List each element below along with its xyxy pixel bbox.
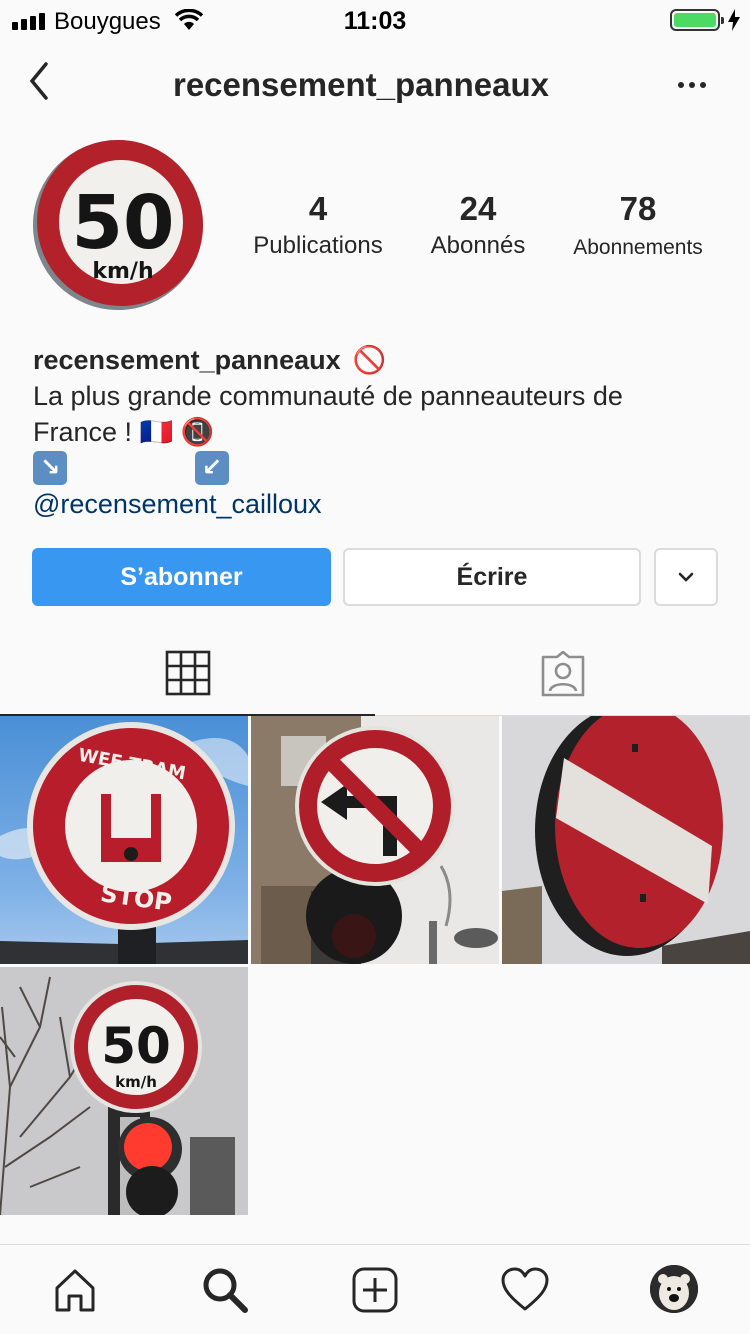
profile-bio: recensement_panneaux 🚫 La plus grande co… (33, 342, 723, 522)
tagged-icon (541, 651, 584, 697)
display-name-row: recensement_panneaux 🚫 (33, 342, 723, 378)
no-phone-emoji: 📵 (180, 417, 215, 447)
profile-tabs (0, 632, 750, 716)
bio-line-1: La plus grande communauté de panneauteur… (33, 381, 623, 411)
tab-tagged[interactable] (375, 632, 750, 716)
bio-text: France ! (33, 417, 133, 447)
nav-bar: recensement_panneaux (0, 40, 750, 128)
speed-unit: km/h (115, 1073, 157, 1091)
message-button[interactable]: Écrire (343, 548, 641, 606)
avatar-speed: 50 (72, 180, 175, 266)
profile-avatar (650, 1265, 698, 1313)
arrow-down-right-icon: ↘ (33, 451, 67, 485)
bio-line-2: France ! 🇫🇷 📵 (33, 414, 723, 450)
speed-limit-traffic-light-image: 50 km/h (0, 976, 235, 1215)
tram-stop-sign-image: WEE TRAM STOP (0, 722, 248, 964)
home-tab[interactable] (50, 1265, 100, 1315)
stat-label: Publications (253, 232, 383, 259)
bio-mention-link[interactable]: @recensement_cailloux (33, 486, 723, 522)
bio-arrows-row: ↘ ↙ (33, 450, 723, 486)
no-entry-sign-image (502, 716, 750, 964)
no-left-turn-sign-image (251, 716, 498, 964)
search-icon (203, 1268, 248, 1313)
display-name: recensement_panneaux (33, 345, 341, 375)
follow-button[interactable]: S’abonner (32, 548, 331, 606)
stat-value: 4 (308, 190, 328, 227)
suggested-accounts-button[interactable] (654, 548, 718, 606)
add-post-icon (352, 1267, 398, 1313)
chevron-down-icon (678, 572, 694, 582)
status-bar: Bouygues 11:03 (0, 0, 750, 40)
grid-icon (165, 650, 210, 696)
prohibited-emoji: 🚫 (352, 345, 387, 375)
arrow-down-left-icon: ↙ (195, 451, 229, 485)
bottom-tab-bar (0, 1244, 750, 1334)
french-flag-emoji: 🇫🇷 (139, 417, 174, 447)
stat-label: Abonnements (573, 236, 703, 259)
profile-avatar[interactable]: 50 km/h (33, 140, 203, 310)
tab-grid[interactable] (0, 632, 375, 716)
post-thumbnail[interactable] (251, 716, 499, 964)
stat-value: 78 (619, 190, 657, 227)
add-post-tab[interactable] (350, 1265, 400, 1315)
clock: 11:03 (343, 7, 407, 35)
stat-publications[interactable]: 4 Publications (238, 190, 398, 260)
home-icon (55, 1269, 95, 1312)
avatar-unit: km/h (92, 259, 153, 284)
battery-icon (670, 9, 724, 31)
speed-limit-sign-image: 50 km/h (33, 140, 203, 310)
stat-following[interactable]: 78 Abonnements (558, 190, 718, 260)
post-thumbnail[interactable]: WEE TRAM STOP (0, 716, 248, 964)
stat-followers[interactable]: 24 Abonnés (398, 190, 558, 260)
search-tab[interactable] (200, 1265, 250, 1315)
speed-value: 50 (101, 1017, 171, 1075)
post-thumbnail[interactable]: 50 km/h (0, 967, 248, 1215)
stat-label: Abonnés (430, 232, 526, 259)
post-thumbnail[interactable] (502, 716, 750, 964)
profile-tab[interactable] (650, 1265, 698, 1313)
heart-icon (501, 1267, 549, 1311)
charging-icon (728, 9, 740, 31)
stat-value: 24 (459, 190, 497, 227)
more-options-icon[interactable] (678, 82, 706, 88)
page-title: recensement_panneaux (172, 66, 549, 103)
activity-tab[interactable] (500, 1265, 550, 1315)
